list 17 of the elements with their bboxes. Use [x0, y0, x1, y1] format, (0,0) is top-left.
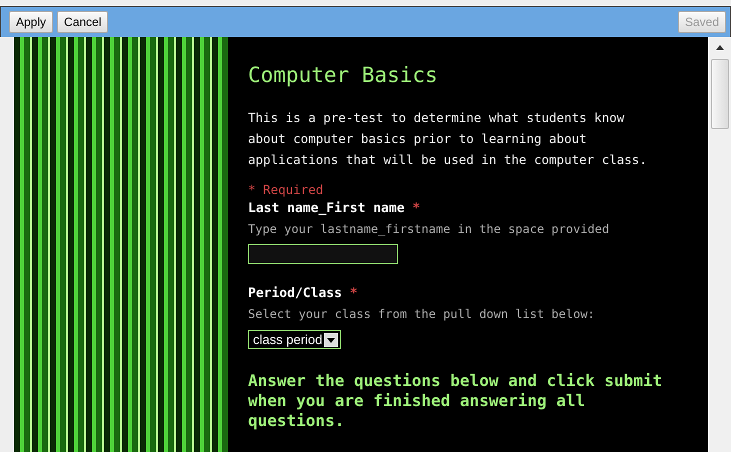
required-note: * Required: [248, 182, 324, 197]
toolbar-button[interactable]: Apply: [9, 11, 54, 33]
question-help: Select your class from the pull down list below:: [248, 307, 596, 321]
form-title: Computer Basics: [248, 63, 439, 87]
question-help: Type your lastname_firstname in the space provided: [248, 222, 610, 236]
required-mark: *: [350, 286, 358, 301]
input-field[interactable]: [248, 244, 398, 264]
toolbar-button[interactable]: Cancel: [57, 11, 108, 33]
caret-icon: [324, 332, 338, 346]
dropdown[interactable]: class period: [248, 330, 342, 349]
scroll-up-icon[interactable]: [714, 43, 724, 51]
form-description: This is a pre-test to determine what students know about computer basics prior to learning about applications that will be used in the computer class.: [248, 109, 648, 169]
scroll-thumb[interactable]: [710, 59, 728, 129]
question-label: Period/Class: [248, 286, 342, 301]
question-label: Last name_First name: [248, 201, 405, 216]
required-mark: *: [412, 201, 420, 216]
instructions-text: Answer the questions below and click submit when you are finished answering all questions.: [248, 371, 664, 431]
